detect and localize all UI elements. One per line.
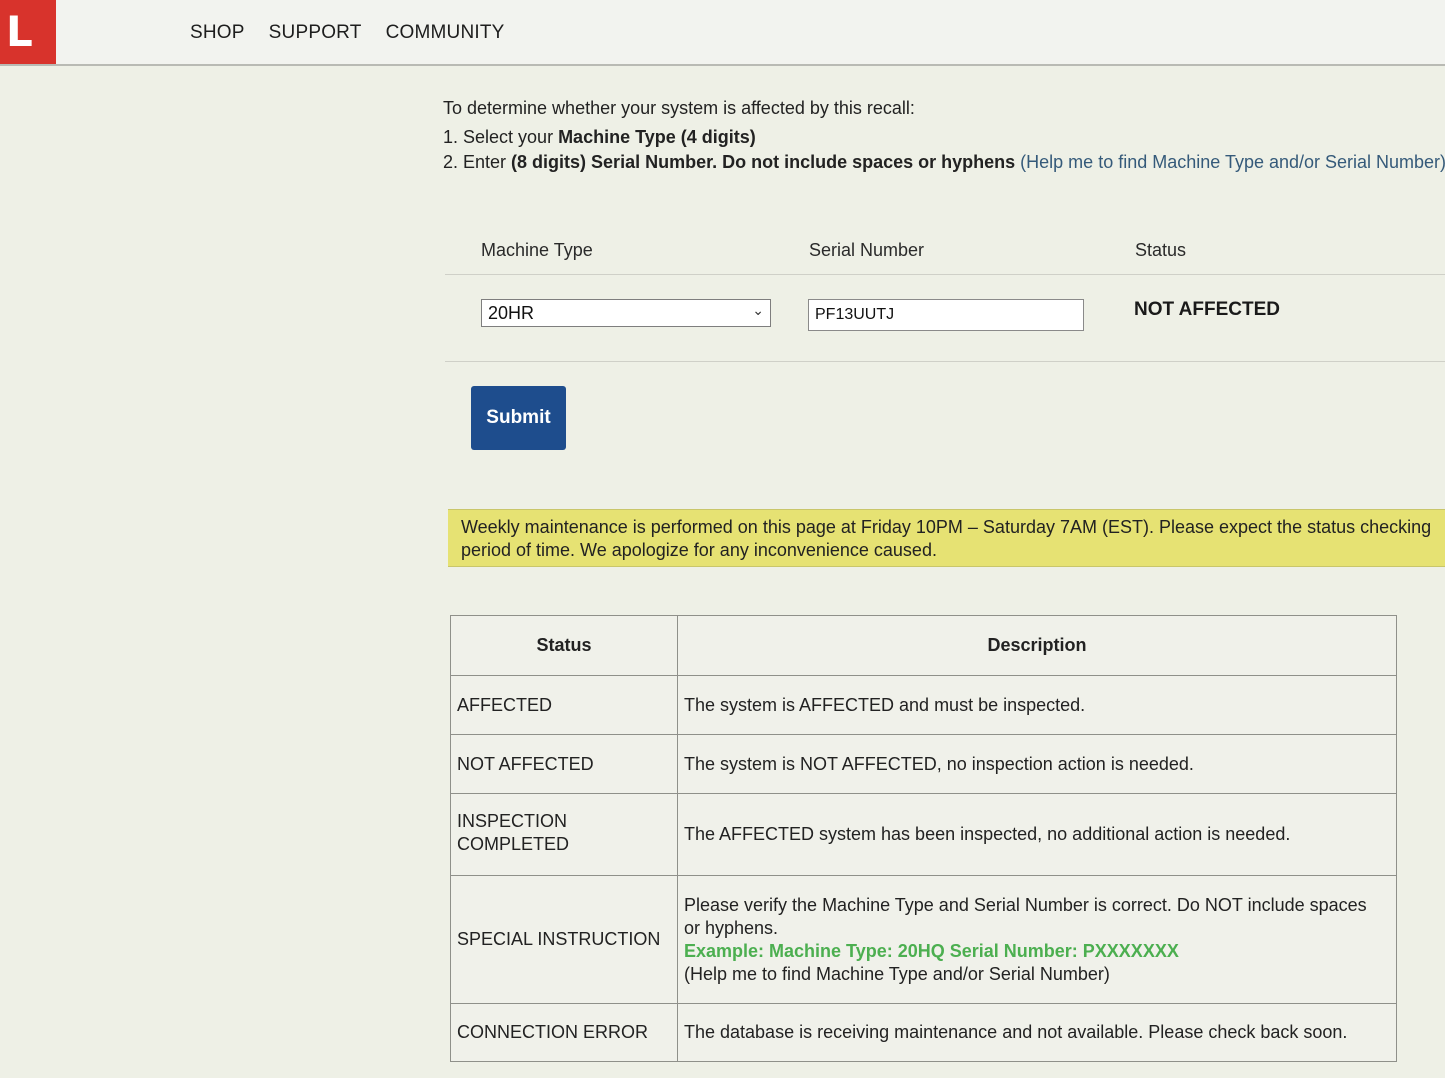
notice-line-2: period of time. We apologize for any inc… bbox=[461, 540, 937, 560]
help-find-serial-link-2[interactable]: (Help me to find Machine Type and/or Ser… bbox=[684, 964, 1110, 984]
row-description: The system is NOT AFFECTED, no inspectio… bbox=[677, 734, 1397, 794]
step-1: 1. Select your Machine Type (4 digits) bbox=[443, 125, 1445, 150]
recall-instructions: To determine whether your system is affe… bbox=[443, 96, 1445, 175]
row-description: The database is receiving maintenance an… bbox=[677, 1003, 1397, 1062]
step-2-bold: (8 digits) Serial Number. Do not include… bbox=[511, 152, 1016, 172]
table-row: AFFECTED The system is AFFECTED and must… bbox=[450, 675, 1397, 735]
step-2-prefix: 2. Enter bbox=[443, 152, 512, 172]
special-line-2: or hyphens. bbox=[684, 917, 779, 938]
notice-line-1: Weekly maintenance is performed on this … bbox=[461, 517, 1432, 537]
nav-shop[interactable]: SHOP bbox=[190, 22, 245, 44]
step-1-prefix: 1. Select your bbox=[443, 127, 559, 147]
main-nav: SHOP SUPPORT COMMUNITY bbox=[190, 22, 505, 44]
chevron-down-icon: ⌄ bbox=[752, 302, 764, 318]
machine-type-selected: 20HR bbox=[488, 303, 535, 323]
lookup-form: Machine Type Serial Number Status 20HR ⌄… bbox=[445, 226, 1445, 362]
row-status: INSPECTION COMPLETED bbox=[450, 793, 678, 876]
help-find-serial-link[interactable]: (Help me to find Machine Type and/or Ser… bbox=[1020, 152, 1445, 172]
steps-list: 1. Select your Machine Type (4 digits) 2… bbox=[443, 125, 1445, 175]
row-status-line-1: INSPECTION bbox=[457, 811, 568, 831]
submit-button[interactable]: Submit bbox=[471, 386, 566, 450]
brand-logo[interactable]: L bbox=[0, 0, 56, 64]
status-legend-table: Status Description AFFECTED The system i… bbox=[450, 615, 1397, 1062]
maintenance-notice: Weekly maintenance is performed on this … bbox=[448, 509, 1445, 567]
form-input-row: 20HR ⌄ NOT AFFECTED bbox=[445, 275, 1445, 362]
serial-number-label: Serial Number bbox=[809, 240, 925, 260]
table-row: SPECIAL INSTRUCTION Please verify the Ma… bbox=[450, 875, 1397, 1004]
row-description: Please verify the Machine Type and Seria… bbox=[677, 875, 1397, 1004]
row-status: CONNECTION ERROR bbox=[450, 1003, 678, 1062]
table-header-row: Status Description bbox=[450, 615, 1397, 676]
row-status: SPECIAL INSTRUCTION bbox=[450, 875, 678, 1004]
row-status-line-2: COMPLETED bbox=[457, 834, 570, 854]
row-status: NOT AFFECTED bbox=[450, 734, 678, 794]
header-description: Description bbox=[677, 615, 1397, 676]
nav-support[interactable]: SUPPORT bbox=[269, 22, 362, 44]
header-status: Status bbox=[450, 615, 678, 676]
row-description: The system is AFFECTED and must be inspe… bbox=[677, 675, 1397, 735]
nav-community[interactable]: COMMUNITY bbox=[386, 22, 505, 44]
top-navigation-bar: L SHOP SUPPORT COMMUNITY bbox=[0, 0, 1445, 66]
table-row: NOT AFFECTED The system is NOT AFFECTED,… bbox=[450, 734, 1397, 794]
serial-number-input[interactable] bbox=[808, 299, 1084, 331]
machine-type-label: Machine Type bbox=[481, 240, 593, 260]
intro-lead: To determine whether your system is affe… bbox=[443, 98, 915, 118]
step-1-bold: Machine Type (4 digits) bbox=[558, 127, 756, 147]
special-line-1: Please verify the Machine Type and Seria… bbox=[684, 894, 1367, 915]
table-row: CONNECTION ERROR The database is receivi… bbox=[450, 1003, 1397, 1062]
form-header-row: Machine Type Serial Number Status bbox=[445, 226, 1445, 275]
example-text: Example: Machine Type: 20HQ Serial Numbe… bbox=[684, 940, 1179, 961]
status-label: Status bbox=[1135, 240, 1187, 260]
row-status: AFFECTED bbox=[450, 675, 678, 735]
status-result: NOT AFFECTED bbox=[1134, 299, 1281, 320]
machine-type-select[interactable]: 20HR ⌄ bbox=[481, 299, 771, 327]
row-description: The AFFECTED system has been inspected, … bbox=[677, 793, 1397, 876]
table-row: INSPECTION COMPLETED The AFFECTED system… bbox=[450, 793, 1397, 876]
step-2: 2. Enter (8 digits) Serial Number. Do no… bbox=[443, 150, 1445, 175]
